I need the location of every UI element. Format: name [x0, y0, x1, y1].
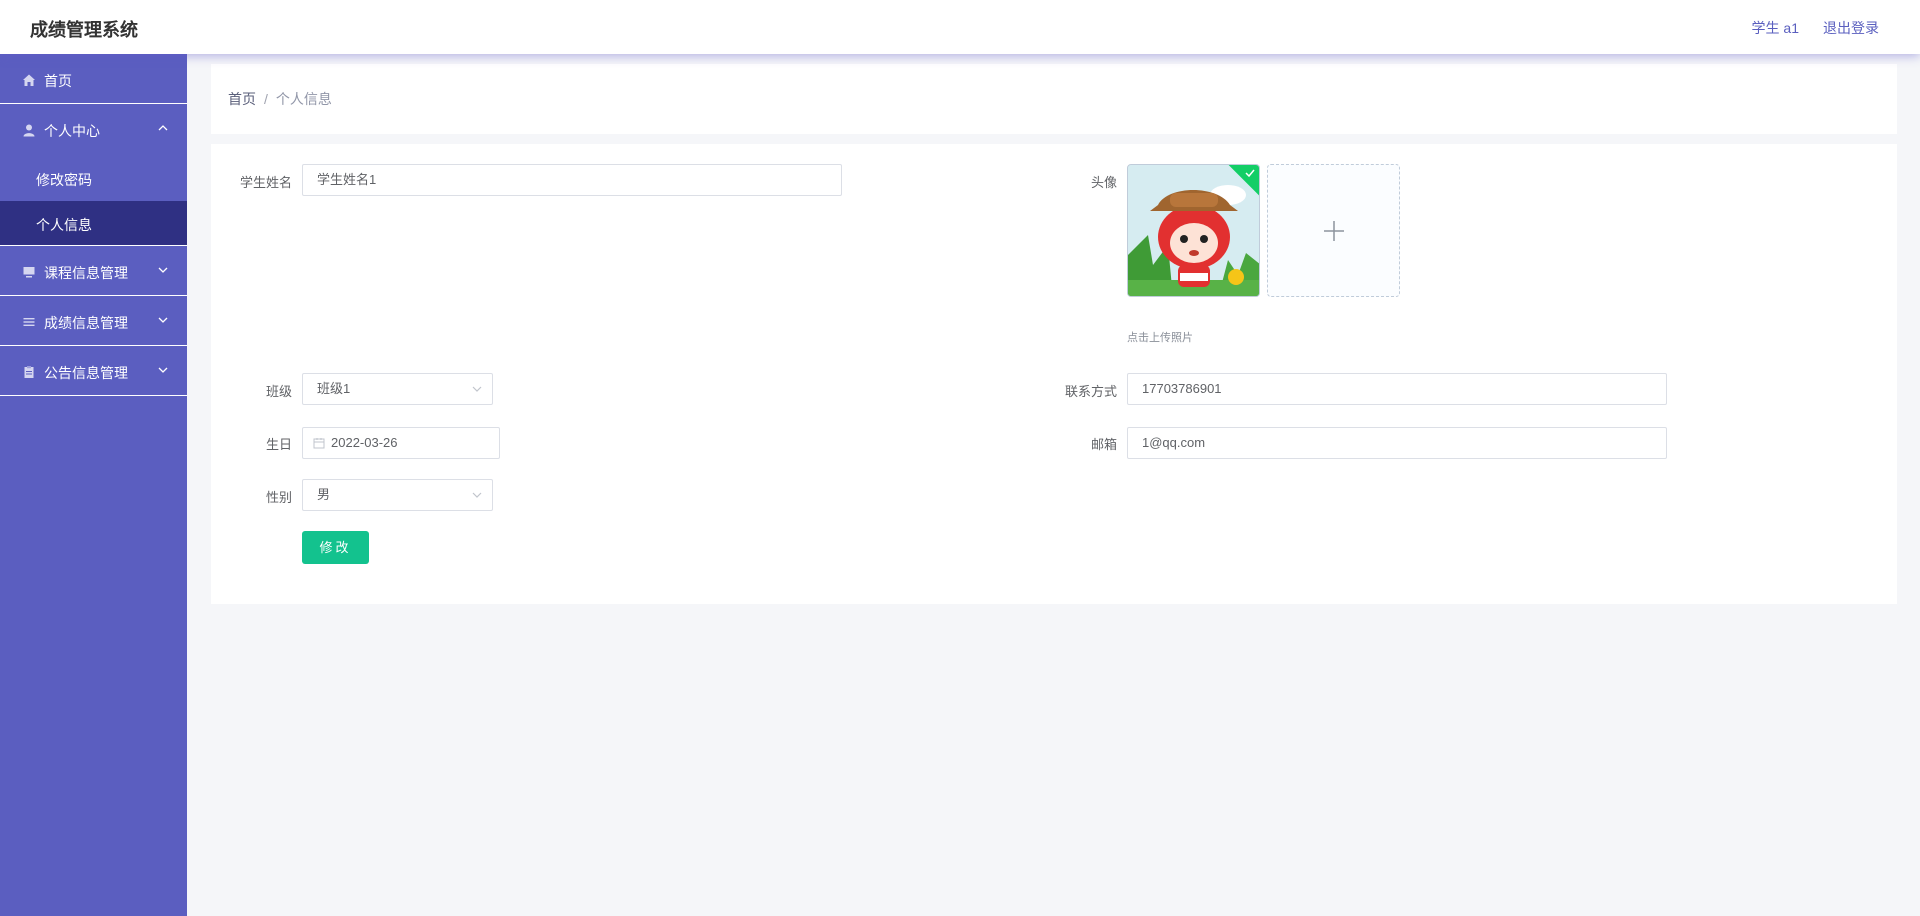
- avatar-upload-button[interactable]: [1267, 164, 1400, 297]
- email-value: 1@qq.com: [1142, 435, 1206, 450]
- top-header: 成绩管理系统 学生 a1 退出登录: [0, 0, 1920, 54]
- sidebar-item-personal-center[interactable]: 个人中心: [0, 104, 187, 156]
- birthday-value: 2022-03-26: [331, 435, 398, 450]
- plus-icon: [1324, 221, 1344, 241]
- modify-button[interactable]: 修改: [302, 531, 369, 564]
- chevron-down-icon: [472, 386, 482, 392]
- calendar-icon: [313, 438, 325, 449]
- student-name-value: 学生姓名1: [317, 172, 377, 187]
- breadcrumb: 首页 / 个人信息: [228, 89, 332, 109]
- breadcrumb-home[interactable]: 首页: [228, 91, 256, 107]
- phone-label: 联系方式: [1064, 384, 1117, 399]
- chevron-down-icon: [158, 317, 168, 323]
- sidebar-item-notice-management[interactable]: 公告信息管理: [0, 346, 187, 396]
- chevron-up-icon: [158, 125, 168, 131]
- breadcrumb-card: 首页 / 个人信息: [211, 64, 1897, 134]
- clipboard-icon: [24, 366, 34, 378]
- logout-link[interactable]: 退出登录: [1823, 18, 1879, 38]
- sidebar-subitem-label: 修改密码: [36, 172, 92, 188]
- birthday-date-picker[interactable]: 2022-03-26: [302, 427, 500, 459]
- breadcrumb-separator: /: [264, 91, 268, 107]
- class-select[interactable]: 班级1: [302, 373, 493, 405]
- birthday-label: 生日: [265, 437, 292, 452]
- sidebar-item-label: 公告信息管理: [44, 365, 128, 381]
- list-icon: [23, 318, 35, 326]
- student-name-label: 学生姓名: [239, 175, 292, 190]
- sidebar-item-label: 课程信息管理: [44, 265, 128, 281]
- email-input[interactable]: 1@qq.com: [1127, 427, 1667, 459]
- student-name-input[interactable]: 学生姓名1: [302, 164, 842, 196]
- avatar-label: 头像: [1090, 175, 1117, 190]
- email-label: 邮箱: [1090, 437, 1117, 452]
- current-user-label: 学生 a1: [1751, 20, 1799, 36]
- sidebar-subitem-change-password[interactable]: 修改密码: [0, 156, 187, 201]
- check-icon: [1245, 169, 1255, 178]
- breadcrumb-current: 个人信息: [275, 91, 332, 107]
- chevron-down-icon: [158, 367, 168, 373]
- sidebar-item-home[interactable]: 首页: [0, 54, 187, 104]
- monitor-icon: [23, 267, 35, 278]
- chevron-down-icon: [158, 267, 168, 273]
- chevron-down-icon: [472, 492, 482, 498]
- gender-value: 男: [317, 487, 331, 502]
- sidebar: 首页 个人中心 修改密码 个人信息 课程信息管理 成绩信息管理 公告信息管理: [0, 54, 187, 916]
- avatar-image[interactable]: [1127, 164, 1260, 297]
- sidebar-item-score-management[interactable]: 成绩信息管理: [0, 296, 187, 346]
- user-icon: [23, 124, 35, 137]
- sidebar-subitem-label: 个人信息: [36, 217, 92, 233]
- app-title: 成绩管理系统: [30, 20, 138, 40]
- sidebar-item-label: 个人中心: [44, 123, 100, 139]
- home-icon: [23, 74, 35, 86]
- class-value: 班级1: [317, 381, 351, 396]
- avatar-illustration: [1128, 165, 1259, 296]
- phone-value: 17703786901: [1142, 381, 1222, 396]
- sidebar-item-course-management[interactable]: 课程信息管理: [0, 246, 187, 296]
- sidebar-item-label: 首页: [44, 73, 72, 89]
- gender-label: 性别: [265, 490, 292, 505]
- gender-select[interactable]: 男: [302, 479, 493, 511]
- upload-tip: 点击上传照片: [1127, 332, 1193, 344]
- class-label: 班级: [265, 384, 292, 399]
- sidebar-subitem-personal-info[interactable]: 个人信息: [0, 201, 187, 246]
- sidebar-item-label: 成绩信息管理: [44, 315, 128, 331]
- phone-input[interactable]: 17703786901: [1127, 373, 1667, 405]
